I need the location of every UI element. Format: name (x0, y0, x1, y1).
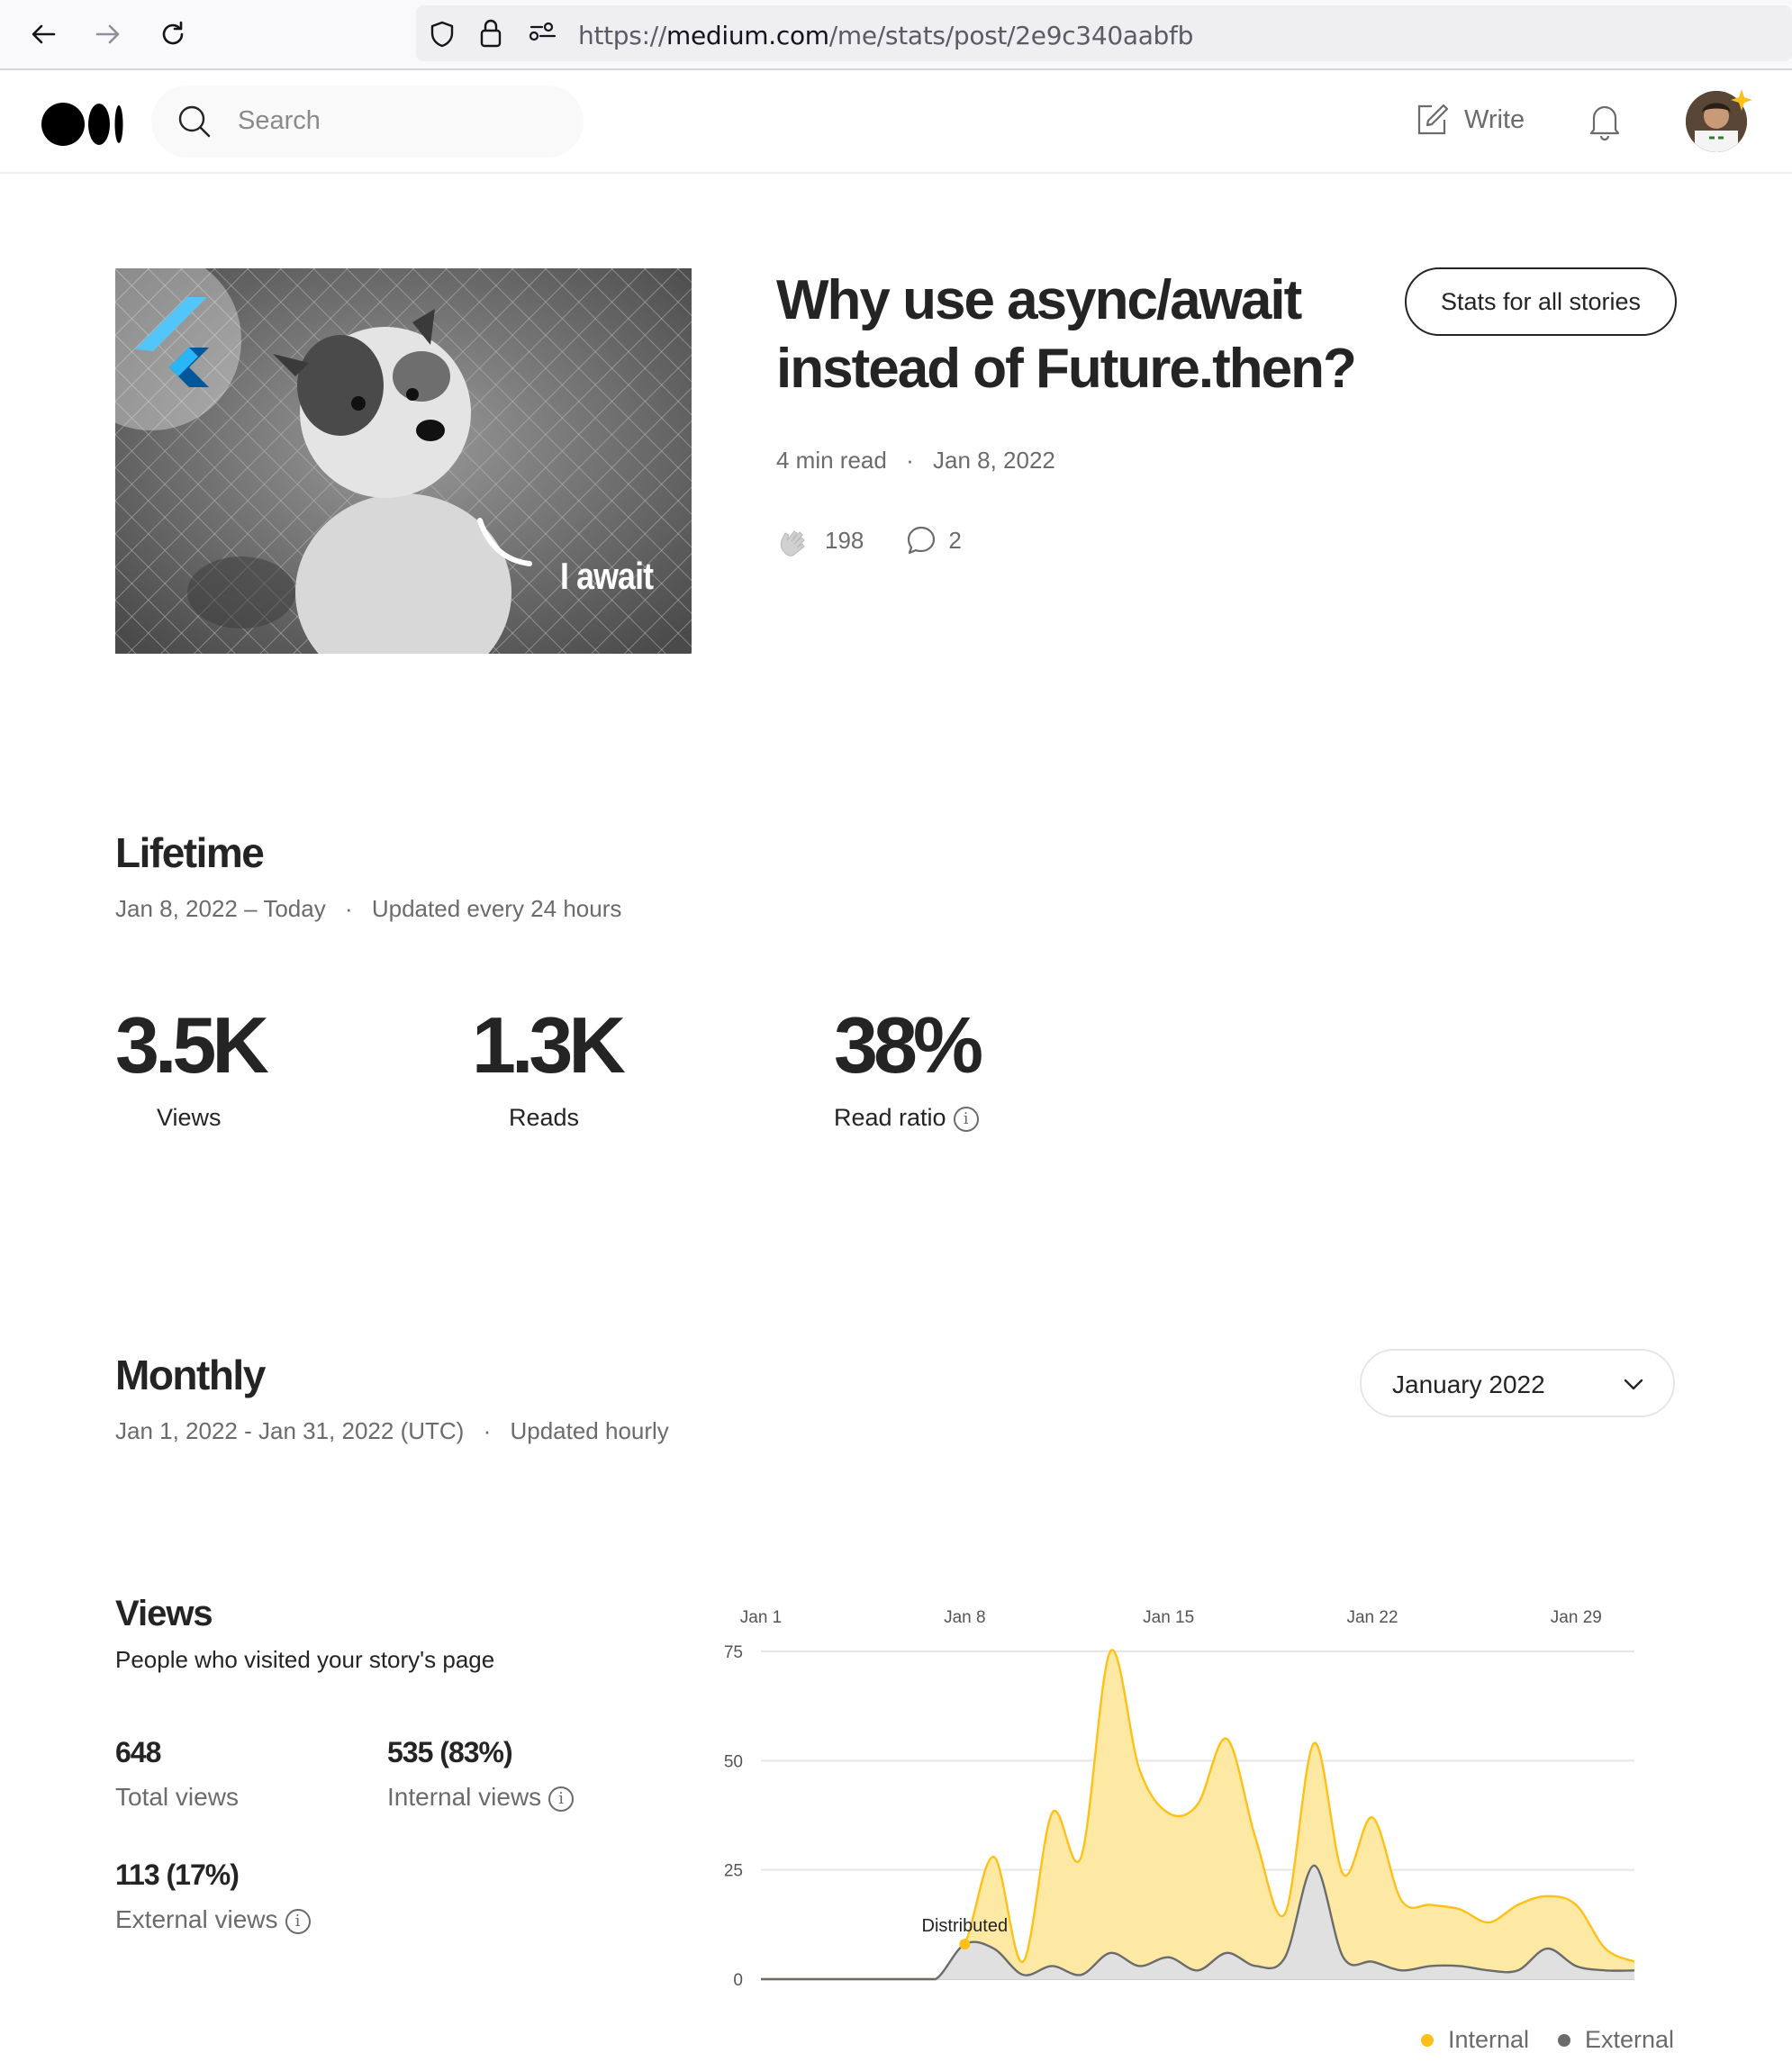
publish-date: Jan 8, 2022 (932, 447, 1055, 474)
info-icon[interactable]: i (285, 1908, 311, 1934)
x-tick-label: Jan 1 (740, 1608, 782, 1627)
x-tick-label: Jan 8 (944, 1608, 985, 1627)
x-tick-label: Jan 22 (1346, 1608, 1398, 1627)
y-tick-label: 50 (724, 1752, 743, 1771)
lifetime-heading: Lifetime (115, 829, 265, 876)
series-area-internal (761, 1650, 1634, 1979)
lifetime-views-label: Views (157, 1104, 222, 1131)
info-icon[interactable]: i (953, 1106, 979, 1132)
site-header: Search Write (0, 71, 1792, 174)
read-time: 4 min read (776, 447, 887, 474)
lifetime-range: Jan 8, 2022 – Today (115, 895, 326, 922)
external-views-label-row: External views i (115, 1905, 311, 1934)
permissions-icon (529, 22, 557, 41)
monthly-heading: Monthly (115, 1352, 266, 1398)
lock-icon (480, 19, 502, 48)
legend-external: External (1558, 2026, 1674, 2054)
legend-internal-swatch (1421, 2033, 1434, 2047)
search-placeholder: Search (238, 106, 321, 135)
browser-toolbar: https://medium.com/me/stats/post/2e9c340… (0, 0, 1792, 70)
write-button[interactable]: Write (1414, 102, 1525, 138)
search-input[interactable]: Search (151, 86, 584, 158)
y-tick-label: 25 (724, 1862, 743, 1881)
distributed-marker (959, 1939, 971, 1950)
total-views-value: 648 (115, 1736, 161, 1768)
month-select[interactable]: January 2022 (1360, 1349, 1675, 1417)
external-views-label: External views (115, 1905, 278, 1933)
info-icon[interactable]: i (548, 1786, 575, 1812)
stats-all-stories-button[interactable]: Stats for all stories (1405, 267, 1677, 336)
legend-internal-label: Internal (1448, 2026, 1530, 2053)
lifetime-reads-value: 1.3K (472, 1000, 626, 1090)
clap-count: 198 (825, 526, 864, 554)
engagement-row: 198 2 (776, 522, 962, 558)
story-cover-image: I await (115, 268, 692, 654)
distributed-label: Distributed (922, 1916, 1009, 1936)
views-description: People who visited your story's page (115, 1646, 495, 1673)
lifetime-meta: Jan 8, 2022 – Today · Updated every 24 h… (115, 895, 622, 922)
member-star-icon (1731, 89, 1752, 111)
back-button[interactable] (25, 16, 61, 52)
internal-views-value: 535 (83%) (387, 1736, 513, 1768)
address-bar[interactable]: https://medium.com/me/stats/post/2e9c340… (416, 5, 1792, 61)
lifetime-read-ratio-label: Read ratio (834, 1104, 946, 1131)
reload-button[interactable] (155, 16, 191, 52)
forward-arrow-icon (95, 24, 120, 44)
external-views-value: 113 (17%) (115, 1858, 240, 1891)
views-chart: 0 25 50 75 Jan 1 Jan 8 Jan 15 Jan 22 Jan 29 Distr… (724, 1608, 1635, 1990)
medium-logo[interactable] (41, 103, 124, 146)
lifetime-views-value: 3.5K (115, 1000, 269, 1090)
internal-views-label: Internal views (387, 1783, 542, 1811)
y-tick-label: 0 (733, 1971, 743, 1990)
lifetime-reads-label: Reads (509, 1104, 580, 1131)
url-text: https://medium.com/me/stats/post/2e9c340… (578, 21, 1194, 50)
clap-icon (780, 530, 805, 556)
notifications-bell-icon[interactable] (1587, 101, 1623, 140)
monthly-range: Jan 1, 2022 - Jan 31, 2022 (UTC) (115, 1417, 465, 1444)
total-views-label: Total views (115, 1783, 239, 1811)
views-heading: Views (115, 1594, 213, 1633)
chevron-down-icon (1624, 1379, 1643, 1390)
legend-external-label: External (1585, 2026, 1675, 2053)
reload-icon (162, 21, 184, 45)
legend-external-swatch (1558, 2033, 1570, 2047)
internal-views-label-row: Internal views i (387, 1783, 575, 1812)
write-label: Write (1464, 104, 1525, 134)
image-caption: I await (560, 555, 654, 597)
lifetime-update-note: Updated every 24 hours (371, 895, 622, 922)
search-icon (178, 105, 211, 138)
write-icon (1417, 104, 1449, 135)
response-count: 2 (948, 526, 962, 554)
monthly-update-note: Updated hourly (510, 1417, 669, 1444)
response-icon (908, 526, 936, 555)
legend-internal: Internal (1421, 2026, 1529, 2054)
x-tick-label: Jan 29 (1551, 1608, 1602, 1627)
month-select-value: January 2022 (1392, 1370, 1545, 1398)
lifetime-read-ratio-value: 38% (834, 1000, 983, 1090)
x-tick-label: Jan 15 (1143, 1608, 1194, 1627)
monthly-meta: Jan 1, 2022 - Jan 31, 2022 (UTC) · Updat… (115, 1417, 669, 1444)
story-title[interactable]: Why use async/await instead of Future.th… (776, 267, 1389, 403)
back-arrow-icon (32, 24, 56, 44)
story-meta: 4 min read · Jan 8, 2022 (776, 447, 1055, 474)
y-tick-label: 75 (724, 1643, 743, 1662)
lifetime-read-ratio-label-row: Read ratio i (834, 1104, 979, 1132)
shield-icon (430, 21, 454, 48)
forward-button[interactable] (90, 16, 126, 52)
